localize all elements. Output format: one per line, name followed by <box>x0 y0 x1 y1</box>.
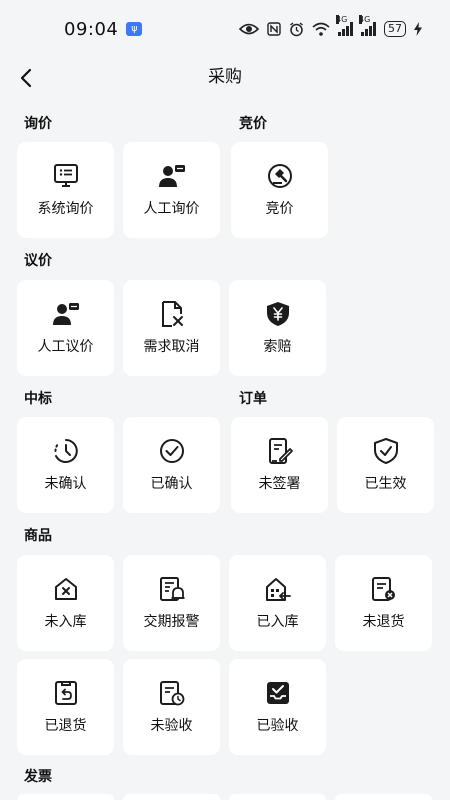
goods-stocked-button[interactable]: 已入库 <box>229 555 326 651</box>
document-sign-icon <box>268 438 293 464</box>
check-circle-icon <box>159 439 184 463</box>
section-label-award: 中标 <box>24 391 52 407</box>
award-confirmed-button[interactable]: 已确认 <box>123 417 220 513</box>
order-unsigned-button[interactable]: 未签署 <box>231 417 328 513</box>
invoice-card-partial-4[interactable] <box>335 794 432 800</box>
goods-not-stocked-button[interactable]: 未入库 <box>17 555 114 651</box>
manual-inquiry-button[interactable]: 人工询价 <box>123 142 220 238</box>
demand-cancel-button[interactable]: 需求取消 <box>123 280 220 376</box>
battery-level: 57 <box>388 22 402 35</box>
invoice-card-partial-1[interactable] <box>17 794 114 800</box>
shield-check-icon <box>373 438 398 464</box>
inbox-check-icon <box>266 682 289 704</box>
document-x-icon <box>371 577 395 601</box>
card-label: 未入库 <box>44 614 87 630</box>
card-label: 需求取消 <box>143 339 200 355</box>
card-label: 索赔 <box>263 339 292 355</box>
shield-yuan-icon <box>266 302 289 326</box>
network-type-label: 4G <box>359 15 371 24</box>
charging-bolt-icon <box>414 22 422 36</box>
invoice-card-partial-2[interactable] <box>123 794 220 800</box>
card-label: 已退货 <box>44 718 87 734</box>
goods-accepted-button[interactable]: 已验收 <box>229 659 326 755</box>
claim-button[interactable]: 索赔 <box>229 280 326 376</box>
chevron-left-icon <box>20 68 32 88</box>
wifi-icon <box>312 22 330 36</box>
nfc-icon <box>267 22 281 36</box>
card-label: 未确认 <box>44 476 87 492</box>
card-label: 人工询价 <box>143 201 200 217</box>
status-time-group: 09:04 ψ <box>64 18 143 40</box>
card-label: 交期报警 <box>143 614 200 630</box>
return-box-icon <box>54 681 77 705</box>
battery-icon: 57 <box>384 21 406 37</box>
schedule-alarm-icon <box>159 577 184 601</box>
card-label: 未验收 <box>150 718 193 734</box>
card-label: 已验收 <box>256 718 299 734</box>
person-chat-icon <box>158 165 185 187</box>
clock-pending-icon <box>53 439 78 463</box>
alarm-icon <box>290 21 303 36</box>
section-label-inquiry: 询价 <box>24 116 52 132</box>
goods-not-returned-button[interactable]: 未退货 <box>335 555 432 651</box>
award-unconfirmed-button[interactable]: 未确认 <box>17 417 114 513</box>
usb-debug-icon: ψ <box>126 22 143 36</box>
page-title: 采购 <box>208 67 242 87</box>
system-inquiry-button[interactable]: 系统询价 <box>17 142 114 238</box>
status-icons: 4G 4G 57 <box>239 15 422 37</box>
card-label: 已确认 <box>150 476 193 492</box>
card-label: 已入库 <box>256 614 299 630</box>
signal-strength-icon-1: 4G <box>336 15 353 36</box>
card-label: 已生效 <box>364 476 407 492</box>
section-label-order: 订单 <box>239 391 267 407</box>
card-label: 未签署 <box>258 476 301 492</box>
section-label-goods: 商品 <box>24 528 52 544</box>
house-x-icon <box>54 578 77 600</box>
delivery-alarm-button[interactable]: 交期报警 <box>123 555 220 651</box>
manual-negotiation-button[interactable]: 人工议价 <box>17 280 114 376</box>
card-label: 人工议价 <box>37 339 94 355</box>
card-label: 竞价 <box>265 201 294 217</box>
gavel-icon <box>267 164 292 188</box>
warehouse-in-icon <box>265 578 291 601</box>
eye-icon <box>239 23 259 35</box>
status-time: 09:04 <box>64 18 119 40</box>
monitor-list-icon <box>53 164 78 187</box>
goods-not-accepted-button[interactable]: 未验收 <box>123 659 220 755</box>
network-type-label: 4G <box>336 15 348 24</box>
section-label-negotiation: 议价 <box>24 253 52 269</box>
document-cancel-icon <box>161 301 183 327</box>
person-chat-icon <box>52 303 79 325</box>
document-clock-icon <box>159 681 184 706</box>
goods-returned-button[interactable]: 已退货 <box>17 659 114 755</box>
navigation-bar: 采购 <box>0 58 450 98</box>
status-bar: 09:04 ψ 4G 4G 57 <box>0 0 450 58</box>
section-label-bidding: 竞价 <box>239 116 267 132</box>
card-label: 未退货 <box>362 614 405 630</box>
order-effective-button[interactable]: 已生效 <box>337 417 434 513</box>
invoice-card-partial-3[interactable] <box>229 794 326 800</box>
signal-strength-icon-2: 4G <box>359 15 376 36</box>
back-button[interactable] <box>14 64 38 92</box>
section-label-invoice: 发票 <box>24 769 52 785</box>
card-label: 系统询价 <box>37 201 94 217</box>
bidding-button[interactable]: 竞价 <box>231 142 328 238</box>
